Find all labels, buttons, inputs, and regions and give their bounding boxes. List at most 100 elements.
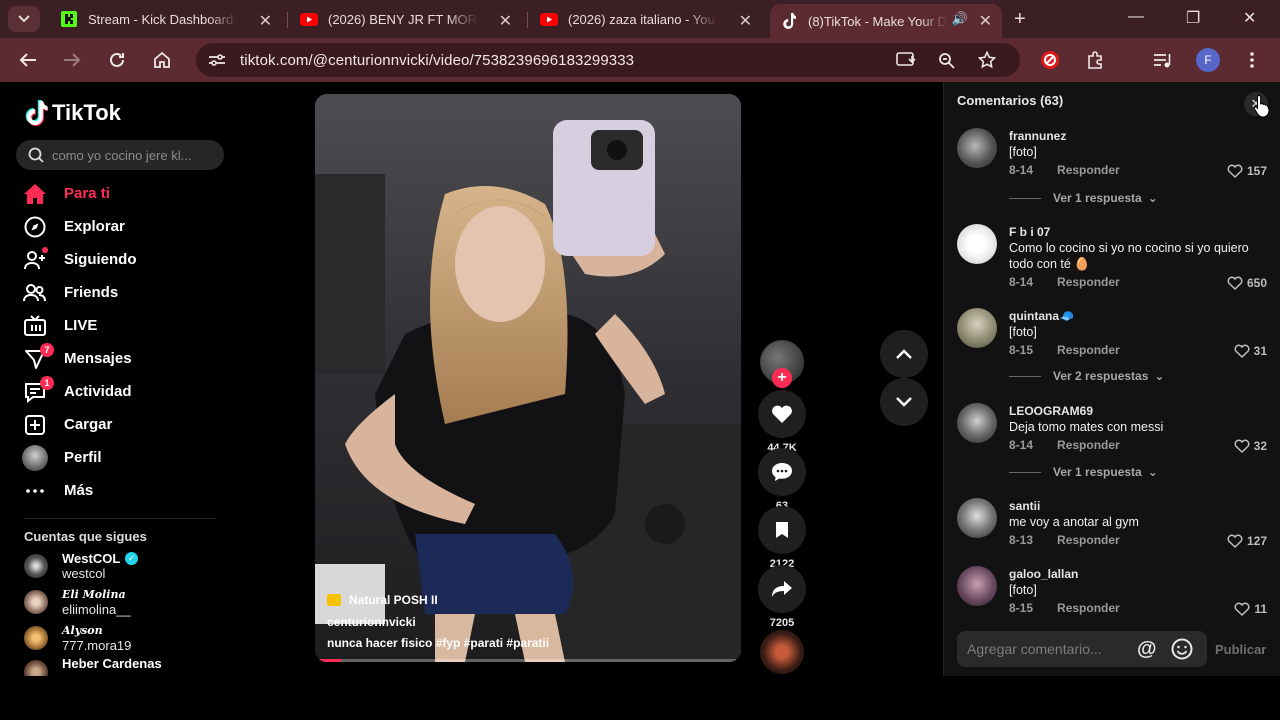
tab-youtube-2[interactable]: (2026) zaza italiano - YouTube ✕ xyxy=(530,4,762,34)
tab-youtube-1[interactable]: (2026) BENY JR FT MORAD ✕ xyxy=(290,4,522,34)
heart-outline-icon xyxy=(1227,164,1243,178)
avatar[interactable] xyxy=(957,308,997,348)
youtube-icon xyxy=(300,10,318,28)
like-action[interactable]: 44.7K xyxy=(758,390,806,454)
tab-kick[interactable]: Stream - Kick Dashboard ✕ xyxy=(50,4,282,34)
nav-mas[interactable]: Más xyxy=(22,474,222,507)
music-disc-icon[interactable] xyxy=(760,630,804,674)
search-input[interactable] xyxy=(52,147,212,163)
following-icon xyxy=(22,246,48,273)
next-video-button[interactable] xyxy=(880,378,928,426)
view-replies-button[interactable]: Ver 1 respuesta ⌄ xyxy=(1009,465,1158,479)
tab-search-button[interactable] xyxy=(8,6,40,32)
close-tab-icon[interactable]: ✕ xyxy=(259,11,272,31)
restore-icon[interactable]: ❐ xyxy=(1186,8,1200,28)
share-action[interactable]: 7205 xyxy=(758,565,806,629)
tab-tiktok[interactable]: (8)TikTok - Make Your Day 🔊 ✕ xyxy=(770,4,1002,38)
sound-label[interactable]: Natural POSH II xyxy=(327,593,549,607)
comment-user[interactable]: F b i 07 xyxy=(1009,224,1267,240)
speaker-icon[interactable]: 🔊 xyxy=(952,11,968,27)
close-window-icon[interactable]: ✕ xyxy=(1243,8,1256,28)
comment-action[interactable]: 63 xyxy=(758,448,806,512)
account-name: Alyson xyxy=(62,624,103,637)
emoji-icon[interactable] xyxy=(1171,638,1193,660)
previous-video-button[interactable] xyxy=(880,330,928,378)
comment-user[interactable]: LEOOGRAM69 xyxy=(1009,403,1267,419)
following-account-alyson[interactable]: Alyson 777.mora19 xyxy=(24,622,131,654)
nav-actividad[interactable]: 1 Actividad xyxy=(22,375,222,408)
nav-live[interactable]: LIVE xyxy=(22,309,222,342)
avatar[interactable] xyxy=(957,128,997,168)
forward-button[interactable] xyxy=(60,48,84,72)
follow-plus-button[interactable]: + xyxy=(772,368,792,388)
following-account-heber[interactable]: Heber Cardenas xyxy=(24,656,162,676)
tiktok-logo-icon xyxy=(25,100,48,126)
reply-button[interactable]: Responder xyxy=(1057,273,1120,291)
comment-like[interactable]: 127 xyxy=(1227,534,1267,548)
back-button[interactable] xyxy=(16,48,40,72)
kick-icon xyxy=(60,10,78,28)
reply-button[interactable]: Responder xyxy=(1057,531,1120,549)
avatar[interactable] xyxy=(957,403,997,443)
comment-user[interactable]: galoo_lallan xyxy=(1009,566,1267,582)
comment-like[interactable]: 650 xyxy=(1227,276,1267,290)
comment-input[interactable] xyxy=(967,641,1137,657)
nav-para-ti[interactable]: Para ti xyxy=(22,177,222,210)
following-account-westcol[interactable]: WestCOL ✓ westcol xyxy=(24,550,139,582)
avatar[interactable] xyxy=(957,566,997,606)
video-player[interactable]: Natural POSH II centurionnvicki nunca ha… xyxy=(315,94,741,662)
reply-button[interactable]: Responder xyxy=(1057,436,1120,454)
extensions-puzzle-icon[interactable] xyxy=(1085,49,1107,71)
comment-user[interactable]: frannunez xyxy=(1009,128,1267,144)
nav-explorar[interactable]: Explorar xyxy=(22,210,222,243)
address-bar[interactable]: tiktok.com/@centurionnvicki/video/753823… xyxy=(196,43,1020,77)
comment-like[interactable]: 32 xyxy=(1234,439,1267,453)
reload-button[interactable] xyxy=(105,48,129,72)
avatar xyxy=(24,626,48,650)
view-replies-button[interactable]: Ver 1 respuesta ⌄ xyxy=(1009,191,1158,205)
close-tab-icon[interactable]: ✕ xyxy=(979,11,992,31)
comment-like[interactable]: 31 xyxy=(1234,344,1267,358)
reply-button[interactable]: Responder xyxy=(1057,161,1120,179)
nav-cargar[interactable]: Cargar xyxy=(22,408,222,441)
nav-mensajes[interactable]: 7 Mensajes xyxy=(22,342,222,375)
nav-perfil[interactable]: Perfil xyxy=(22,441,222,474)
video-author[interactable]: centurionnvicki xyxy=(327,615,549,629)
logo-text: TikTok xyxy=(52,100,121,125)
video-progress-bar[interactable] xyxy=(315,659,741,662)
avatar[interactable] xyxy=(957,224,997,264)
view-replies-button[interactable]: Ver 2 respuestas ⌄ xyxy=(1009,369,1164,383)
site-settings-icon[interactable] xyxy=(208,53,226,67)
extension-red-icon[interactable] xyxy=(1039,49,1061,71)
reply-button[interactable]: Responder xyxy=(1057,341,1120,359)
nav-siguiendo[interactable]: Siguiendo xyxy=(22,243,222,276)
comment-like[interactable]: 11 xyxy=(1234,602,1267,616)
minimize-icon[interactable]: — xyxy=(1128,8,1144,26)
new-tab-button[interactable]: + xyxy=(1014,8,1026,31)
publish-button[interactable]: Publicar xyxy=(1215,642,1266,657)
following-account-eli[interactable]: Eli Molina eliimolina__ xyxy=(24,586,131,618)
comment-like[interactable]: 157 xyxy=(1227,164,1267,178)
install-app-icon[interactable] xyxy=(896,52,916,68)
nav-friends[interactable]: Friends xyxy=(22,276,222,309)
zoom-icon[interactable] xyxy=(938,52,956,70)
reply-button[interactable]: Responder xyxy=(1057,599,1120,617)
close-tab-icon[interactable]: ✕ xyxy=(739,11,752,31)
comment-user[interactable]: quintana🧢 xyxy=(1009,308,1267,324)
search-bar[interactable] xyxy=(16,140,224,170)
comment-user[interactable]: santii xyxy=(1009,498,1267,514)
mention-icon[interactable]: @ xyxy=(1137,638,1157,661)
nav-label: Cargar xyxy=(64,416,113,433)
comment-input-box[interactable]: @ xyxy=(957,631,1207,667)
avatar[interactable] xyxy=(957,498,997,538)
kebab-menu-icon[interactable] xyxy=(1241,49,1263,71)
home-button[interactable] xyxy=(150,48,174,72)
close-tab-icon[interactable]: ✕ xyxy=(499,11,512,31)
profile-avatar-button[interactable]: F xyxy=(1196,48,1220,72)
bookmark-star-icon[interactable] xyxy=(978,51,996,69)
media-control-icon[interactable] xyxy=(1151,49,1173,71)
tiktok-logo[interactable]: TikTok xyxy=(24,100,121,126)
comment-item: F b i 07 Como lo cocino si yo no cocino … xyxy=(957,224,1273,290)
friends-icon xyxy=(22,280,48,306)
save-action[interactable]: 2122 xyxy=(758,506,806,570)
